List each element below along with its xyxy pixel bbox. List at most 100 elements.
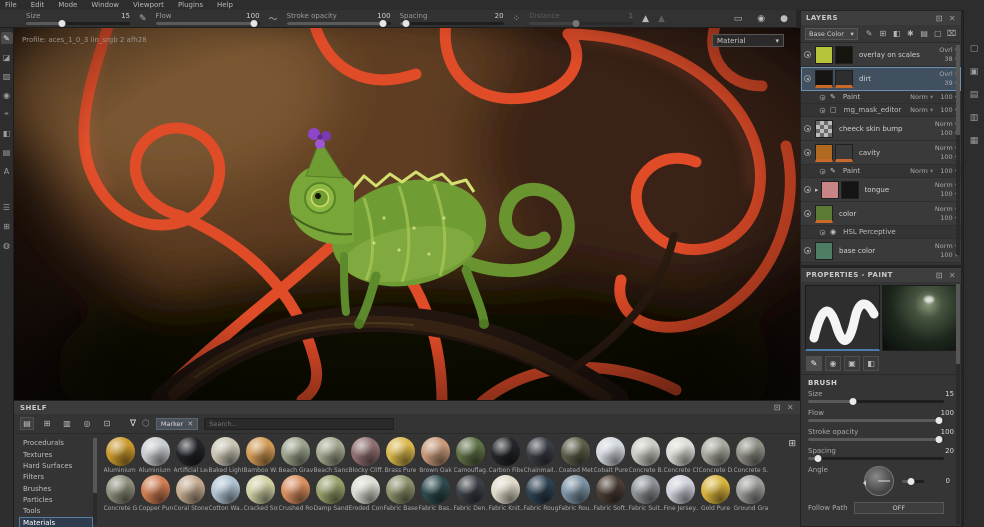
hexagon-filter-icon[interactable]: ⬡ bbox=[142, 419, 150, 429]
flow-slider[interactable] bbox=[156, 22, 260, 25]
visibility-toggle-icon[interactable] bbox=[820, 107, 826, 113]
parameter-value[interactable]: 20 bbox=[945, 447, 954, 455]
layer-row[interactable]: ▸ cavity Norm 100 bbox=[801, 141, 961, 165]
material-item[interactable]: Camouflag... bbox=[453, 437, 488, 474]
eraser-tool-icon[interactable]: ◪ bbox=[1, 51, 13, 63]
material-picker-tool-icon[interactable]: ▤ bbox=[1, 146, 13, 158]
layer-row[interactable]: ✎ ▸ Paint Norm 100 bbox=[801, 165, 961, 178]
material-item[interactable]: Ground Gra... bbox=[733, 475, 768, 512]
render-mode-icon[interactable]: ● bbox=[780, 14, 788, 24]
panel-tab-icon[interactable]: ▣ bbox=[970, 67, 979, 77]
flow-value[interactable]: 100 bbox=[246, 12, 259, 20]
filter-funnel-icon[interactable]: ∇ bbox=[130, 419, 136, 429]
shelf-search-input[interactable] bbox=[204, 418, 394, 430]
material-item[interactable]: Coral Stone bbox=[173, 475, 208, 512]
shelf-category-hard-surfaces[interactable]: Hard Surfaces bbox=[20, 461, 92, 471]
layer-row[interactable]: ◉ ▸ HSL Perceptive bbox=[801, 226, 961, 239]
add-layer-icon[interactable]: ⊞ bbox=[878, 29, 889, 38]
tab-alpha-icon[interactable]: ◉ bbox=[825, 356, 841, 371]
material-item[interactable]: Fine Jersey... bbox=[663, 475, 698, 512]
material-item[interactable]: Concrete D... bbox=[698, 437, 733, 474]
layer-name[interactable]: Paint bbox=[843, 93, 910, 101]
material-item[interactable]: Cobalt Pure bbox=[593, 437, 628, 474]
dock-icon[interactable]: ⊡ bbox=[936, 271, 943, 280]
dock-icon[interactable]: ⊡ bbox=[936, 14, 943, 23]
material-item[interactable]: Eroded Con... bbox=[348, 475, 383, 512]
layer-name[interactable]: cheeck skin bump bbox=[839, 125, 935, 133]
material-item[interactable]: Fabric Base... bbox=[383, 475, 418, 512]
add-folder-icon[interactable]: ▤ bbox=[919, 29, 930, 38]
tab-material-icon[interactable]: ◧ bbox=[863, 356, 879, 371]
shelf-import-icon[interactable]: ⊞ bbox=[40, 417, 54, 430]
material-item[interactable]: Blocky Cliff... bbox=[348, 437, 383, 474]
layer-row[interactable]: ▸ overlay on scales Ovrl 38 bbox=[801, 43, 961, 67]
clone-stamp-tool-icon[interactable]: ◧ bbox=[1, 127, 13, 139]
layer-row[interactable]: ▸ base color Norm 100 bbox=[801, 239, 961, 263]
material-item[interactable]: Coated Metal bbox=[558, 437, 593, 474]
visibility-toggle-icon[interactable] bbox=[804, 186, 811, 193]
layer-row[interactable]: ▸ tongue Norm 100 bbox=[801, 178, 961, 202]
symmetry-icon[interactable]: ⁘ bbox=[513, 14, 521, 24]
shelf-folder-icon[interactable]: ▤ bbox=[20, 417, 34, 430]
shader-settings-icon[interactable]: ⊞ bbox=[1, 220, 13, 232]
shelf-category-filters[interactable]: Filters bbox=[20, 472, 92, 482]
display-settings-icon[interactable]: ☰ bbox=[1, 201, 13, 213]
material-item[interactable]: Fabric Knit... bbox=[488, 475, 523, 512]
menu-plugins[interactable]: Plugins bbox=[178, 1, 203, 9]
material-item[interactable]: Concrete S... bbox=[733, 437, 768, 474]
close-icon[interactable]: ✕ bbox=[949, 14, 956, 23]
layer-mask-thumbnail[interactable] bbox=[841, 181, 859, 199]
stroke-opacity-value[interactable]: 100 bbox=[377, 12, 390, 20]
shader-dropdown[interactable]: Material ▾ bbox=[712, 34, 784, 47]
shelf-category-brushes[interactable]: Brushes bbox=[20, 484, 92, 494]
channel-dropdown[interactable]: Base Color ▾ bbox=[805, 28, 858, 40]
layer-row[interactable]: ▸ dirt Ovrl 39 bbox=[801, 67, 961, 91]
add-mask-icon[interactable]: ◧ bbox=[891, 29, 902, 38]
material-item[interactable]: Carbon Fiber bbox=[488, 437, 523, 474]
smudge-tool-icon[interactable]: ⌖ bbox=[1, 108, 13, 120]
shelf-category-tools[interactable]: Tools bbox=[20, 506, 92, 516]
blend-mode-dropdown[interactable]: Norm bbox=[935, 242, 958, 251]
material-item[interactable]: Baked Light... bbox=[208, 437, 243, 474]
blend-mode-dropdown[interactable]: Norm bbox=[935, 144, 958, 153]
material-item[interactable]: Beach Sand bbox=[313, 437, 348, 474]
material-item[interactable]: Brass Pure bbox=[383, 437, 418, 474]
layer-name[interactable]: mg_mask_editor bbox=[844, 106, 911, 114]
material-item[interactable]: Aluminium ... bbox=[138, 437, 173, 474]
viewer-settings-icon[interactable]: ◍ bbox=[1, 239, 13, 251]
parameter-slider[interactable] bbox=[808, 419, 944, 422]
filter-chip[interactable]: Marker ✕ bbox=[156, 418, 198, 430]
layer-row[interactable]: ✎ ▸ Paint Norm 100 bbox=[801, 91, 961, 104]
stroke-preview[interactable] bbox=[805, 285, 880, 351]
lazy-mouse-icon[interactable]: 〜 bbox=[269, 12, 278, 25]
layer-row[interactable]: ▢ ▸ mg_mask_editor Norm 100 bbox=[801, 104, 961, 117]
visibility-toggle-icon[interactable] bbox=[804, 125, 811, 132]
layer-thumbnail[interactable] bbox=[815, 70, 833, 88]
angle-slider[interactable] bbox=[902, 480, 924, 483]
visibility-toggle-icon[interactable] bbox=[820, 94, 826, 100]
panel-tab-icon[interactable]: ▢ bbox=[970, 44, 979, 54]
shelf-category-procedurals[interactable]: Procedurals bbox=[20, 438, 92, 448]
layer-mask-thumbnail[interactable] bbox=[835, 70, 853, 88]
shelf-category-materials[interactable]: Materials bbox=[20, 518, 92, 527]
blend-mode-dropdown[interactable]: Norm bbox=[935, 205, 958, 214]
angle-dial[interactable] bbox=[864, 466, 894, 496]
parameter-slider[interactable] bbox=[808, 457, 944, 460]
material-item[interactable]: Artificial Lea... bbox=[173, 437, 208, 474]
layer-row[interactable]: ▸ color Norm 100 bbox=[801, 202, 961, 226]
menu-viewport[interactable]: Viewport bbox=[133, 1, 164, 9]
tab-stencil-icon[interactable]: ▣ bbox=[844, 356, 860, 371]
panel-tab-icon[interactable]: ▥ bbox=[970, 113, 979, 123]
visibility-toggle-icon[interactable] bbox=[804, 51, 811, 58]
layer-name[interactable]: color bbox=[839, 210, 935, 218]
panel-tab-icon[interactable]: ▤ bbox=[970, 90, 979, 100]
layer-thumbnail[interactable] bbox=[815, 205, 833, 223]
material-item[interactable]: Cotton Wa... bbox=[208, 475, 243, 512]
material-item[interactable]: Fabric Soft... bbox=[593, 475, 628, 512]
layer-mask-thumbnail[interactable] bbox=[835, 46, 853, 64]
parameter-value[interactable]: 15 bbox=[945, 390, 954, 398]
material-item[interactable]: Chainmail... bbox=[523, 437, 558, 474]
add-fill-layer-icon[interactable]: ▢ bbox=[933, 29, 944, 38]
layer-thumbnail[interactable] bbox=[821, 181, 839, 199]
material-item[interactable]: Crushed Ro... bbox=[278, 475, 313, 512]
